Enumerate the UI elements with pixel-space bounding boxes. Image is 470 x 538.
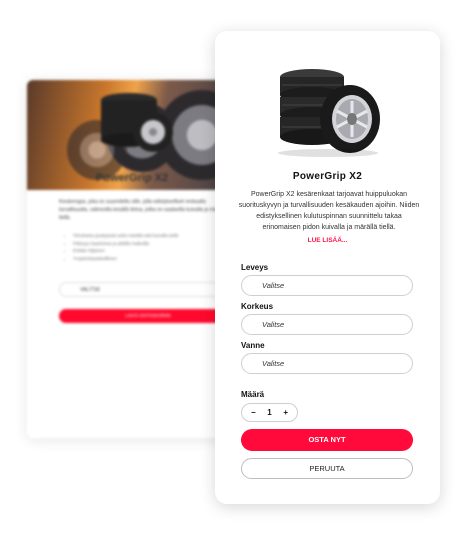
quantity-value: 1 [267, 408, 272, 417]
background-product-title: PowerGrip X2 [95, 172, 169, 184]
read-more-link[interactable]: LUE LISÄÄ... [215, 237, 440, 244]
background-select: VALITSE [59, 282, 237, 297]
height-label: Korkeus [241, 302, 274, 311]
background-feature-item: Ympäristöystävällinen [73, 255, 178, 263]
quantity-label: Määrä [241, 390, 265, 399]
width-select[interactable]: Valitse [241, 275, 413, 296]
product-title: PowerGrip X2 [292, 171, 363, 182]
increase-quantity-button[interactable]: + [283, 408, 288, 417]
product-description: PowerGrip X2 kesärenkaat tarjoavat huipp… [238, 191, 420, 231]
height-select[interactable]: Valitse [241, 314, 413, 335]
tire-stack-image [278, 69, 380, 157]
cancel-button[interactable]: PERUUTA [241, 458, 413, 479]
background-feature-list: Tehokasta pysäytystä sekä märällä että k… [63, 232, 178, 262]
background-feature-item: Tehokasta pysäytystä sekä märällä että k… [73, 232, 178, 240]
background-product-description: Kesärengas, joka on suunniteltu sille, j… [59, 199, 227, 221]
background-tire-image [101, 93, 173, 152]
background-feature-item: Pitävyys kaarteissa ja pitkillä matkoill… [73, 240, 178, 248]
background-feature-item: Erittäin hiljainen [73, 247, 178, 255]
rim-select[interactable]: Valitse [241, 353, 413, 374]
background-product-card: PowerGrip X2 Kesärengas, joka on suunnit… [27, 80, 237, 438]
rim-label: Vanne [241, 341, 265, 350]
decrease-quantity-button[interactable]: − [251, 408, 256, 417]
quantity-stepper: − 1 + [241, 403, 298, 422]
background-add-to-cart-button: LISÄÄ OSTOSKORIIN [59, 309, 237, 323]
product-card: PowerGrip X2 PowerGrip X2 kesärenkaat ta… [215, 31, 440, 504]
width-label: Leveys [241, 263, 269, 272]
buy-now-button[interactable]: OSTA NYT [241, 429, 413, 451]
